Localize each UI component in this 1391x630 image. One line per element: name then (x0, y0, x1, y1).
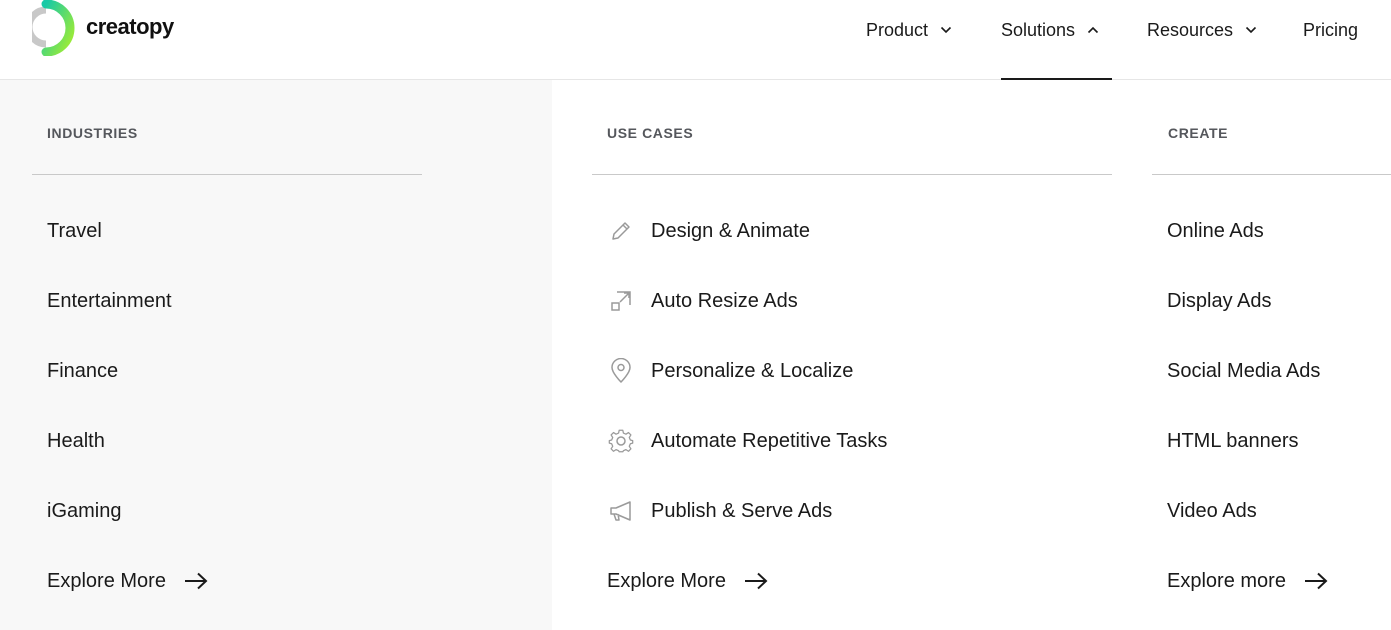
use-case-label: Personalize & Localize (651, 359, 854, 382)
industries-title: INDUSTRIES (47, 125, 138, 141)
arrow-right-icon (1304, 572, 1328, 590)
nav-solutions-label: Solutions (1001, 19, 1076, 40)
megaphone-icon (607, 497, 635, 525)
nav-resources-label: Resources (1147, 19, 1234, 40)
use-cases-explore-more-link[interactable]: Explore More (607, 566, 768, 596)
industry-link-igaming[interactable]: iGaming (47, 496, 121, 526)
create-divider (1152, 174, 1391, 175)
use-case-label: Design & Animate (651, 219, 810, 242)
create-link-video-ads[interactable]: Video Ads (1167, 496, 1257, 526)
create-label: Social Media Ads (1167, 359, 1321, 382)
create-link-display-ads[interactable]: Display Ads (1167, 286, 1272, 316)
chevron-down-icon (1245, 26, 1257, 34)
industries-panel (0, 80, 552, 630)
main-nav: Product Solutions Resources Pricing (0, 18, 1391, 42)
industries-explore-more-link[interactable]: Explore More (47, 566, 208, 596)
industry-link-health[interactable]: Health (47, 426, 105, 456)
location-pin-icon (607, 357, 635, 385)
industry-label: Finance (47, 359, 119, 382)
resize-icon (607, 287, 635, 315)
industry-label: Entertainment (47, 289, 172, 312)
industry-link-finance[interactable]: Finance (47, 356, 118, 386)
active-nav-underline (1001, 78, 1112, 80)
top-navigation-bar: creatopy Product Solutions Resources Pri… (0, 0, 1391, 80)
nav-resources[interactable]: Resources (1147, 18, 1257, 42)
create-explore-more-link[interactable]: Explore more (1167, 566, 1328, 596)
chevron-down-icon (940, 26, 952, 34)
use-case-link-design-animate[interactable]: Design & Animate (607, 216, 810, 246)
explore-more-label: Explore More (607, 569, 726, 592)
industries-divider (32, 174, 422, 175)
nav-pricing-label: Pricing (1303, 19, 1359, 40)
use-case-link-personalize[interactable]: Personalize & Localize (607, 356, 853, 386)
create-label: HTML banners (1167, 429, 1299, 452)
industry-label: Travel (47, 219, 102, 242)
create-link-online-ads[interactable]: Online Ads (1167, 216, 1264, 246)
create-label: Video Ads (1167, 499, 1257, 522)
create-title: CREATE (1168, 125, 1229, 141)
nav-product-label: Product (866, 19, 929, 40)
use-cases-divider (592, 174, 1112, 175)
industry-link-entertainment[interactable]: Entertainment (47, 286, 172, 316)
use-case-label: Auto Resize Ads (651, 289, 798, 312)
nav-solutions[interactable]: Solutions (1001, 18, 1099, 42)
use-case-link-publish[interactable]: Publish & Serve Ads (607, 496, 832, 526)
arrow-right-icon (744, 572, 768, 590)
use-case-label: Publish & Serve Ads (651, 499, 833, 522)
industry-label: iGaming (47, 499, 122, 522)
use-cases-title: USE CASES (607, 125, 694, 141)
explore-more-label: Explore More (47, 569, 166, 592)
chevron-up-icon (1087, 26, 1099, 34)
use-case-link-automate[interactable]: Automate Repetitive Tasks (607, 426, 887, 456)
nav-product[interactable]: Product (866, 18, 952, 42)
industry-link-travel[interactable]: Travel (47, 216, 102, 246)
create-label: Online Ads (1167, 219, 1264, 242)
create-link-html-banners[interactable]: HTML banners (1167, 426, 1299, 456)
create-label: Display Ads (1167, 289, 1272, 312)
explore-more-label: Explore more (1167, 569, 1286, 592)
pencil-icon (607, 217, 635, 245)
create-link-social-media-ads[interactable]: Social Media Ads (1167, 356, 1320, 386)
use-case-label: Automate Repetitive Tasks (651, 429, 888, 452)
use-case-link-auto-resize[interactable]: Auto Resize Ads (607, 286, 798, 316)
nav-pricing[interactable]: Pricing (1303, 18, 1358, 42)
industry-label: Health (47, 429, 105, 452)
arrow-right-icon (184, 572, 208, 590)
gear-icon (607, 427, 635, 455)
